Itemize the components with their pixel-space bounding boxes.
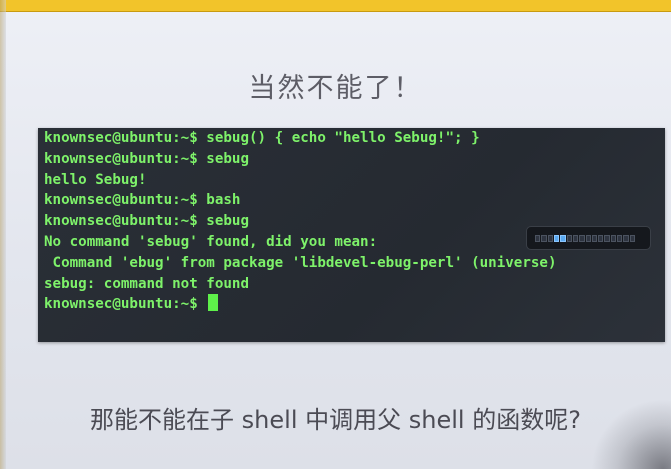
volume-segment — [629, 235, 635, 242]
volume-segment — [560, 235, 566, 242]
volume-segment — [535, 235, 541, 242]
video-frame: 当然不能了！ knownsec@ubuntu:~$ sebug() { echo… — [0, 0, 671, 469]
terminal-prompt: knownsec@ubuntu:~$ — [44, 296, 207, 313]
volume-segment — [610, 235, 617, 242]
terminal-line-1: knownsec@ubuntu:~$ sebug() { echo "hello… — [44, 130, 480, 146]
slide-title: 当然不能了！ — [248, 73, 423, 104]
presenter-shadow — [591, 399, 671, 469]
terminal-prompt-line[interactable]: knownsec@ubuntu:~$ — [44, 294, 557, 315]
terminal-line-7: Command 'ebug' from package 'libdevel-eb… — [44, 254, 557, 271]
volume-indicator — [526, 226, 651, 250]
volume-segment — [617, 235, 623, 242]
terminal-line-3: hello Sebug! — [44, 171, 147, 188]
volume-segment — [598, 235, 604, 242]
slide-footer-question: 那能不能在子 shell 中调用父 shell 的函数呢? — [90, 406, 581, 434]
terminal-line-8: sebug: command not found — [44, 275, 249, 292]
volume-segment — [541, 235, 547, 242]
volume-segment — [566, 235, 572, 242]
volume-segment — [591, 235, 598, 242]
terminal-cursor — [208, 294, 219, 312]
volume-segment — [579, 235, 585, 242]
volume-segment — [604, 235, 610, 242]
volume-segment — [623, 235, 629, 242]
terminal-line-5: knownsec@ubuntu:~$ sebug — [44, 213, 249, 230]
volume-segment — [572, 235, 579, 242]
slide-top-bar — [0, 0, 671, 12]
volume-level-bar — [535, 235, 635, 242]
terminal-line-2: knownsec@ubuntu:~$ sebug — [44, 150, 249, 167]
volume-segment — [585, 235, 591, 242]
terminal-output: knownsec@ubuntu:~$ sebug() { echo "hello… — [44, 128, 557, 315]
terminal-line-6: No command 'sebug' found, did you mean: — [44, 233, 378, 250]
volume-segment — [553, 235, 560, 242]
volume-segment — [547, 235, 553, 242]
terminal-line-4: knownsec@ubuntu:~$ bash — [44, 192, 241, 209]
